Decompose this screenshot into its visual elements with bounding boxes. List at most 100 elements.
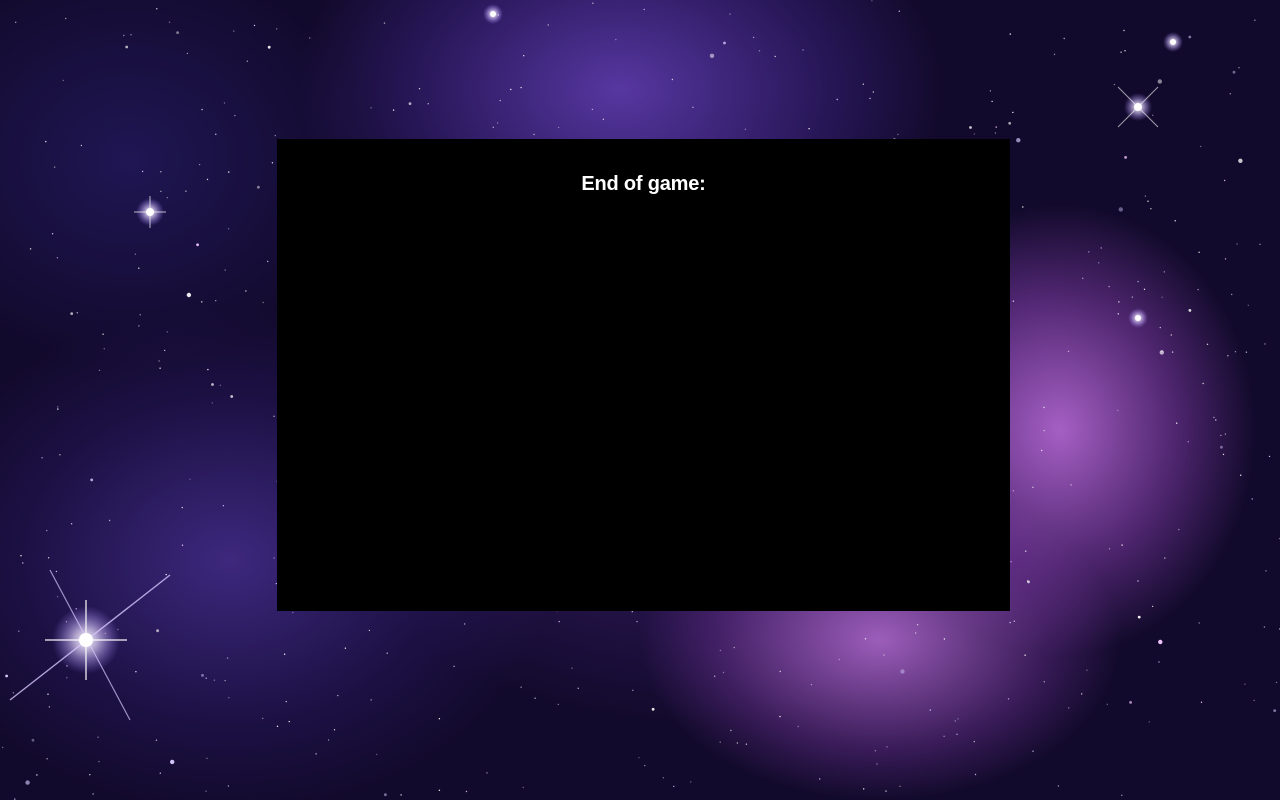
star (1009, 621, 1011, 624)
star (1253, 699, 1255, 702)
star (1148, 721, 1151, 723)
star (408, 102, 412, 105)
bright-star (9, 569, 171, 721)
star (158, 360, 160, 362)
star (1108, 285, 1110, 288)
star (139, 314, 141, 316)
star (283, 653, 286, 655)
bright-star (1128, 308, 1148, 328)
star (29, 248, 32, 250)
star (496, 122, 499, 124)
star (205, 677, 207, 679)
star (18, 630, 20, 632)
star (1224, 179, 1226, 182)
star (1118, 207, 1124, 212)
star (201, 674, 204, 677)
star (644, 764, 646, 767)
star (135, 671, 137, 673)
star (673, 785, 675, 788)
star (226, 657, 229, 659)
star (499, 99, 501, 102)
star (943, 735, 945, 737)
star (690, 781, 692, 783)
star (1120, 51, 1122, 53)
star (973, 133, 975, 135)
star (1206, 343, 1209, 345)
star (181, 506, 183, 509)
star (274, 134, 276, 137)
star (1247, 304, 1250, 306)
star (883, 654, 885, 656)
star (1234, 351, 1237, 353)
star (956, 733, 958, 735)
bright-star (1163, 32, 1183, 52)
star (337, 694, 339, 697)
star (736, 742, 739, 744)
star (1137, 580, 1139, 582)
star (592, 2, 594, 4)
star (233, 30, 235, 32)
star (273, 557, 275, 559)
star (758, 50, 761, 52)
star (201, 108, 203, 111)
star (1016, 138, 1021, 143)
star (228, 697, 230, 699)
star (1082, 277, 1084, 279)
star (90, 478, 94, 482)
star (166, 197, 168, 199)
star (98, 760, 100, 763)
star (1170, 334, 1173, 336)
star (57, 406, 59, 408)
star (80, 144, 83, 147)
star (62, 79, 64, 82)
star (1150, 208, 1152, 210)
star (257, 185, 260, 189)
star (1238, 67, 1240, 69)
star (1088, 251, 1090, 253)
star (1137, 615, 1141, 619)
star (1188, 35, 1192, 39)
star (1007, 698, 1010, 700)
star (1197, 288, 1199, 291)
star (134, 253, 137, 255)
star (1024, 654, 1026, 656)
star (744, 128, 747, 130)
star (156, 629, 160, 633)
star (1158, 661, 1160, 663)
star (1163, 271, 1166, 273)
star (344, 647, 347, 649)
star (207, 368, 209, 371)
star (1123, 29, 1125, 32)
star (1202, 382, 1204, 385)
star (292, 611, 294, 614)
star (486, 772, 488, 774)
star (1187, 441, 1190, 443)
star (1244, 683, 1246, 685)
star (155, 739, 158, 741)
star (98, 369, 101, 372)
star (571, 667, 573, 669)
star (246, 60, 249, 62)
star (245, 290, 247, 292)
star (206, 757, 208, 760)
star (1009, 33, 1011, 35)
star (141, 170, 144, 173)
star (46, 758, 48, 760)
star (383, 22, 386, 24)
star (47, 557, 50, 559)
star (1220, 434, 1222, 437)
star (1032, 750, 1034, 752)
star (1188, 309, 1192, 312)
star (170, 759, 175, 765)
star (267, 45, 271, 49)
star (1117, 313, 1120, 315)
star (5, 674, 8, 678)
star (557, 126, 560, 129)
star (929, 709, 931, 711)
star (899, 785, 901, 787)
star (376, 753, 378, 756)
star (885, 790, 887, 792)
star (1147, 200, 1149, 202)
star (198, 163, 201, 166)
star (954, 720, 956, 722)
